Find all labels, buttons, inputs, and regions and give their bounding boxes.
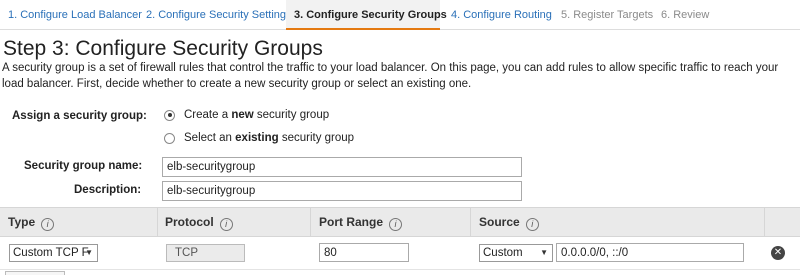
tab-register-targets: 5. Register Targets bbox=[561, 9, 654, 21]
description-label: Description: bbox=[74, 184, 142, 196]
remove-icon[interactable]: ✕ bbox=[771, 246, 785, 260]
column-source: Source i bbox=[479, 208, 539, 236]
radio-create-new[interactable] bbox=[164, 109, 175, 121]
column-divider bbox=[157, 208, 158, 236]
radio-select-existing[interactable] bbox=[164, 132, 175, 144]
column-protocol: Protocol i bbox=[165, 208, 233, 236]
info-icon[interactable]: i bbox=[219, 218, 233, 231]
tab-configure-security-settings[interactable]: 2. Configure Security Settings bbox=[138, 0, 300, 30]
option-create-new-group[interactable]: Create a new security group bbox=[164, 109, 329, 121]
column-divider bbox=[764, 208, 765, 236]
page-title: Step 3: Configure Security Groups bbox=[3, 37, 323, 60]
chevron-down-icon: ▼ bbox=[85, 248, 93, 257]
column-divider bbox=[470, 208, 471, 236]
info-icon[interactable]: i bbox=[41, 218, 55, 231]
tab-review: 6. Review bbox=[661, 9, 710, 21]
rule-source-mode-select[interactable]: Custom ▼ bbox=[479, 244, 553, 262]
option-existing-text: Select an existing security group bbox=[184, 132, 355, 144]
chevron-down-icon: ▼ bbox=[540, 248, 548, 257]
rule-source-cidr-input[interactable]: 0.0.0.0/0, ::/0 bbox=[556, 243, 744, 262]
add-rule-button[interactable] bbox=[5, 271, 65, 275]
wizard-tabs: 1. Configure Load Balancer 2. Configure … bbox=[0, 0, 800, 30]
column-divider bbox=[310, 208, 311, 236]
security-group-name-label: Security group name: bbox=[24, 160, 143, 172]
tab-configure-security-groups[interactable]: 3. Configure Security Groups bbox=[286, 0, 447, 30]
column-type: Type i bbox=[8, 208, 55, 236]
assign-security-group-label: Assign a security group: bbox=[12, 110, 147, 122]
column-port-range: Port Range i bbox=[319, 208, 403, 236]
option-create-text: Create a new security group bbox=[184, 109, 330, 121]
rule-port-range-input[interactable]: 80 bbox=[319, 243, 409, 262]
security-group-name-input[interactable]: elb-securitygroup bbox=[162, 157, 522, 177]
rule-type-select[interactable]: Custom TCP F ▼ bbox=[9, 244, 98, 262]
row-divider bbox=[0, 269, 800, 270]
tab-configure-load-balancer[interactable]: 1. Configure Load Balancer bbox=[0, 0, 150, 30]
option-select-existing-group[interactable]: Select an existing security group bbox=[164, 132, 354, 144]
description-input[interactable]: elb-securitygroup bbox=[162, 181, 522, 201]
page-intro: A security group is a set of firewall ru… bbox=[2, 62, 779, 90]
tab-configure-routing[interactable]: 4. Configure Routing bbox=[443, 0, 560, 30]
info-icon[interactable]: i bbox=[389, 218, 403, 231]
rule-protocol-field: TCP bbox=[166, 244, 245, 262]
info-icon[interactable]: i bbox=[525, 218, 539, 231]
rules-table-header: Type i Protocol i Port Range i Source i bbox=[0, 207, 800, 237]
